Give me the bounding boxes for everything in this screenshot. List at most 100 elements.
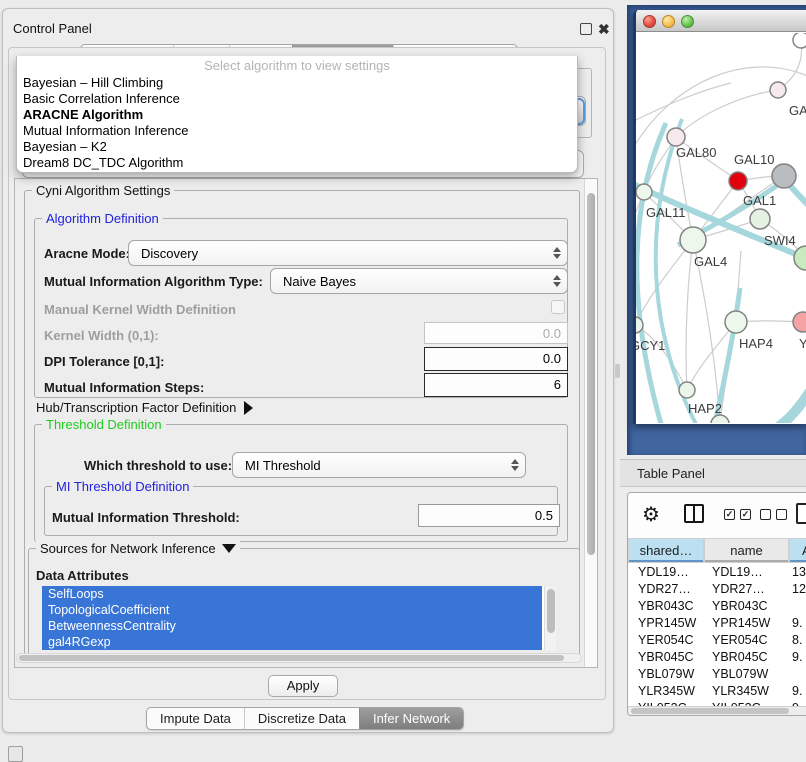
float-window-icon[interactable] bbox=[580, 23, 592, 35]
network-node-salmon[interactable] bbox=[793, 312, 806, 332]
table-row[interactable]: YLR345WYLR345W9. bbox=[628, 683, 806, 700]
network-node-gal[interactable] bbox=[770, 82, 786, 98]
checked-checkbox-icon[interactable]: ✓ bbox=[740, 509, 751, 520]
close-window-icon[interactable]: ✖ bbox=[598, 21, 610, 38]
table-row[interactable]: YBR045CYBR045C9. bbox=[628, 649, 806, 666]
network-edge bbox=[636, 240, 693, 325]
settings-vertical-scrollbar[interactable] bbox=[584, 179, 597, 667]
scrollbar-thumb[interactable] bbox=[19, 655, 564, 661]
combo-stepper-icon bbox=[547, 275, 567, 287]
node-label-gal1: GAL1 bbox=[743, 193, 776, 208]
network-node-gal80[interactable] bbox=[667, 128, 685, 146]
table-row[interactable]: YPR145WYPR145W9. bbox=[628, 615, 806, 632]
manual-kernel-width-label: Manual Kernel Width Definition bbox=[44, 302, 236, 317]
mi-steps-label: Mutual Information Steps: bbox=[44, 380, 204, 395]
apply-button[interactable]: Apply bbox=[268, 675, 338, 697]
table-row[interactable]: YER054CYER054C8. bbox=[628, 632, 806, 649]
network-node-hap2[interactable] bbox=[679, 382, 695, 398]
table-row[interactable]: YDR27…YDR27…12 bbox=[628, 581, 806, 598]
aracne-mode-combobox[interactable]: Discovery bbox=[128, 240, 568, 266]
network-node-gal4[interactable] bbox=[680, 227, 706, 253]
dpi-tolerance-field[interactable]: 0.0 bbox=[424, 347, 568, 371]
table-body: YDL19…YDL19…13 YDR27…YDR27…12 YBR043CYBR… bbox=[628, 564, 806, 706]
expander-right-arrow-icon bbox=[244, 401, 253, 415]
mi-threshold-field[interactable]: 0.5 bbox=[418, 504, 560, 527]
column-header-name[interactable]: name bbox=[705, 539, 788, 562]
network-graph: GAL80 GAL GAL10 GAL11 GAL1 SWI4 GAL4 GCY… bbox=[636, 33, 806, 423]
manual-kernel-width-checkbox[interactable] bbox=[551, 300, 565, 314]
tab-impute-data[interactable]: Impute Data bbox=[147, 708, 244, 729]
network-edge bbox=[686, 240, 693, 390]
network-window-titlebar[interactable] bbox=[636, 10, 806, 32]
popup-item-basic-correlation[interactable]: Basic Correlation Inference bbox=[17, 91, 577, 107]
unchecked-checkbox-icon[interactable] bbox=[776, 509, 787, 520]
document-icon[interactable] bbox=[796, 503, 806, 524]
minimize-traffic-light-icon[interactable] bbox=[662, 15, 675, 28]
node-label-gal4: GAL4 bbox=[694, 254, 727, 269]
tab-discretize-data[interactable]: Discretize Data bbox=[244, 708, 359, 729]
network-edge bbox=[676, 90, 778, 137]
network-node-partial-top[interactable] bbox=[793, 33, 806, 48]
attributes-vertical-scrollbar[interactable] bbox=[544, 586, 556, 650]
unchecked-checkbox-icon[interactable] bbox=[760, 509, 771, 520]
popup-item-aracne[interactable]: ARACNE Algorithm bbox=[17, 107, 577, 123]
network-node-gal1[interactable] bbox=[750, 209, 770, 229]
scrollbar-thumb[interactable] bbox=[587, 193, 595, 555]
mi-threshold-label: Mutual Information Threshold: bbox=[52, 510, 240, 525]
column-header-partial[interactable]: A bbox=[790, 539, 806, 562]
node-label-swi4: SWI4 bbox=[764, 233, 796, 248]
sources-expander[interactable]: Sources for Network Inference bbox=[36, 541, 240, 556]
network-edge bbox=[768, 371, 806, 423]
table-row[interactable]: YDL19…YDL19…13 bbox=[628, 564, 806, 581]
mi-algorithm-type-label: Mutual Information Algorithm Type: bbox=[44, 274, 263, 289]
list-item[interactable]: BetweennessCentrality bbox=[42, 618, 542, 634]
table-row[interactable]: YBR043CYBR043C bbox=[628, 598, 806, 615]
checked-checkbox-icon[interactable]: ✓ bbox=[724, 509, 735, 520]
popup-item-dream8[interactable]: Dream8 DC_TDC Algorithm bbox=[17, 155, 577, 171]
list-item[interactable]: gal4RGexp bbox=[42, 634, 542, 650]
network-node-gal11[interactable] bbox=[636, 184, 652, 200]
popup-item-mutual-information[interactable]: Mutual Information Inference bbox=[17, 123, 577, 139]
mi-steps-field[interactable]: 6 bbox=[424, 373, 568, 397]
gear-icon[interactable]: ⚙ bbox=[642, 502, 660, 527]
scrollbar-thumb[interactable] bbox=[631, 708, 789, 714]
kernel-width-label: Kernel Width (0,1): bbox=[44, 328, 159, 343]
popup-item-bayesian-hill-climbing[interactable]: Bayesian – Hill Climbing bbox=[17, 75, 577, 91]
zoom-traffic-light-icon[interactable] bbox=[681, 15, 694, 28]
data-attributes-label: Data Attributes bbox=[36, 568, 129, 583]
kernel-width-field[interactable]: 0.0 bbox=[424, 322, 568, 344]
split-columns-icon[interactable] bbox=[684, 504, 704, 523]
network-edge bbox=[656, 119, 698, 423]
network-canvas[interactable]: GAL80 GAL GAL10 GAL11 GAL1 SWI4 GAL4 GCY… bbox=[636, 33, 806, 423]
mi-algorithm-type-combobox[interactable]: Naive Bayes bbox=[270, 268, 568, 294]
network-node-hap4[interactable] bbox=[725, 311, 747, 333]
list-item[interactable]: SelfLoops bbox=[42, 586, 542, 602]
table-row[interactable]: YBL079WYBL079W bbox=[628, 666, 806, 683]
tab-infer-network[interactable]: Infer Network bbox=[359, 708, 463, 729]
scrollbar-thumb[interactable] bbox=[547, 589, 555, 633]
node-label-gal80: GAL80 bbox=[676, 145, 716, 160]
table-header-row: shared… name A bbox=[628, 538, 806, 563]
combo-stepper-icon bbox=[505, 459, 525, 471]
network-node-red[interactable] bbox=[729, 172, 747, 190]
network-node-swi4[interactable] bbox=[794, 246, 806, 270]
column-header-shared[interactable]: shared… bbox=[629, 539, 703, 562]
network-node-gal10[interactable] bbox=[772, 164, 796, 188]
data-attributes-list: SelfLoops TopologicalCoefficient Between… bbox=[42, 586, 556, 650]
network-node-bottom[interactable] bbox=[711, 415, 729, 423]
network-view-window: GAL80 GAL GAL10 GAL11 GAL1 SWI4 GAL4 GCY… bbox=[633, 10, 806, 424]
close-traffic-light-icon[interactable] bbox=[643, 15, 656, 28]
aracne-mode-label: Aracne Mode: bbox=[44, 246, 130, 261]
hub-definition-expander[interactable]: Hub/Transcription Factor Definition bbox=[36, 400, 253, 415]
panel-splitter-handle[interactable] bbox=[615, 364, 620, 378]
popup-item-bayesian-k2[interactable]: Bayesian – K2 bbox=[17, 139, 577, 155]
minimized-panel-icon[interactable] bbox=[8, 746, 23, 762]
node-label-gal10: GAL10 bbox=[734, 152, 774, 167]
table-panel-window: ⚙ ✓ ✓ shared… name A YDL19…YDL19…13 YDR2… bbox=[627, 492, 806, 716]
cyni-bottom-tabbar: Impute Data Discretize Data Infer Networ… bbox=[146, 707, 464, 730]
popup-prompt: Select algorithm to view settings bbox=[17, 56, 577, 75]
which-threshold-combobox[interactable]: MI Threshold bbox=[232, 452, 526, 478]
settings-horizontal-scrollbar[interactable] bbox=[16, 653, 582, 663]
table-horizontal-scrollbar[interactable] bbox=[628, 706, 806, 715]
list-item[interactable]: TopologicalCoefficient bbox=[42, 602, 542, 618]
